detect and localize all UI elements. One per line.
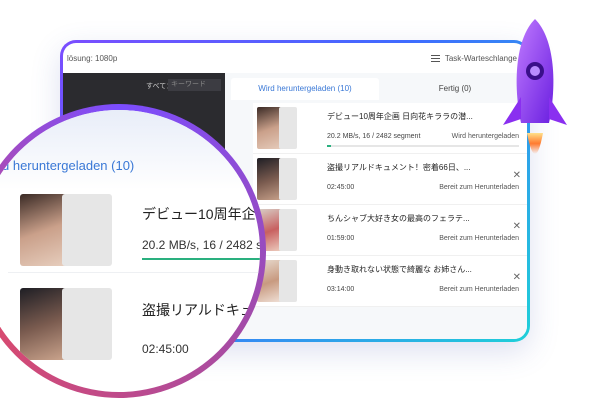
download-row-zoomed: 盗撮リアルドキュ 02:45:00: [0, 278, 260, 360]
download-row[interactable]: ちんシャブ大好き女の最高のフェラテ... 01:59:00 Bereit zum…: [253, 205, 527, 256]
video-thumbnail: [20, 288, 112, 360]
magnifier-content: d heruntergeladen (10) デビュー10周年企画 20.2 M…: [0, 110, 260, 392]
download-row[interactable]: 身動き取れない状態で綺麗な お姉さん... 03:14:00 Bereit zu…: [253, 256, 527, 307]
progress-bar: [142, 258, 260, 260]
download-speed: 20.2 MB/s, 16 / 2482 se: [142, 238, 260, 252]
video-title: デビュー10周年企画: [142, 206, 260, 222]
magnifier-lens: d heruntergeladen (10) デビュー10周年企画 20.2 M…: [0, 104, 266, 398]
rocket-icon: [503, 19, 567, 154]
video-title: 盗撮リアルドキュメント！密着66日、...: [327, 163, 471, 172]
download-row[interactable]: デビュー10周年企画 日向花キララの潜... 20.2 MB/s, 16 / 2…: [253, 103, 527, 154]
resolution-label[interactable]: lösung: 1080p: [67, 54, 117, 63]
download-speed: 20.2 MB/s, 16 / 2482 segment: [327, 133, 421, 140]
close-icon[interactable]: ✕: [513, 221, 521, 232]
tab-downloading[interactable]: Wird heruntergeladen (10): [231, 78, 379, 100]
video-duration: 03:14:00: [327, 286, 355, 293]
top-bar: lösung: 1080p Task-Warteschlange: [63, 43, 527, 74]
video-duration: 01:59:00: [327, 235, 355, 242]
close-icon[interactable]: ✕: [513, 272, 521, 283]
tab-finished[interactable]: Fertig (0): [405, 78, 505, 100]
download-status: Bereit zum Herunterladen: [439, 286, 519, 293]
list-icon: [430, 55, 440, 62]
search-input[interactable]: キーワード: [168, 79, 221, 91]
progress-bar: [327, 145, 519, 147]
video-duration: 02:45:00: [142, 342, 189, 356]
video-duration: 02:45:00: [327, 184, 355, 191]
video-title: 盗撮リアルドキュ: [142, 302, 254, 318]
tab-downloading-zoomed: d heruntergeladen (10): [2, 158, 135, 173]
download-row-zoomed: デビュー10周年企画 20.2 MB/s, 16 / 2482 se: [0, 186, 260, 266]
video-thumbnail: [257, 107, 297, 149]
download-status: Bereit zum Herunterladen: [439, 235, 519, 242]
download-row[interactable]: 盗撮リアルドキュメント！密着66日、... 02:45:00 Bereit zu…: [253, 154, 527, 205]
download-pane: Wird heruntergeladen (10) Fertig (0) デビュ…: [225, 73, 527, 339]
download-status: Bereit zum Herunterladen: [439, 184, 519, 191]
video-title: デビュー10周年企画 日向花キララの潜...: [327, 112, 473, 121]
video-thumbnail: [20, 194, 112, 266]
video-thumbnail: [257, 158, 297, 200]
video-title: 身動き取れない状態で綺麗な お姉さん...: [327, 265, 472, 274]
video-title: ちんシャブ大好き女の最高のフェラテ...: [327, 214, 470, 223]
